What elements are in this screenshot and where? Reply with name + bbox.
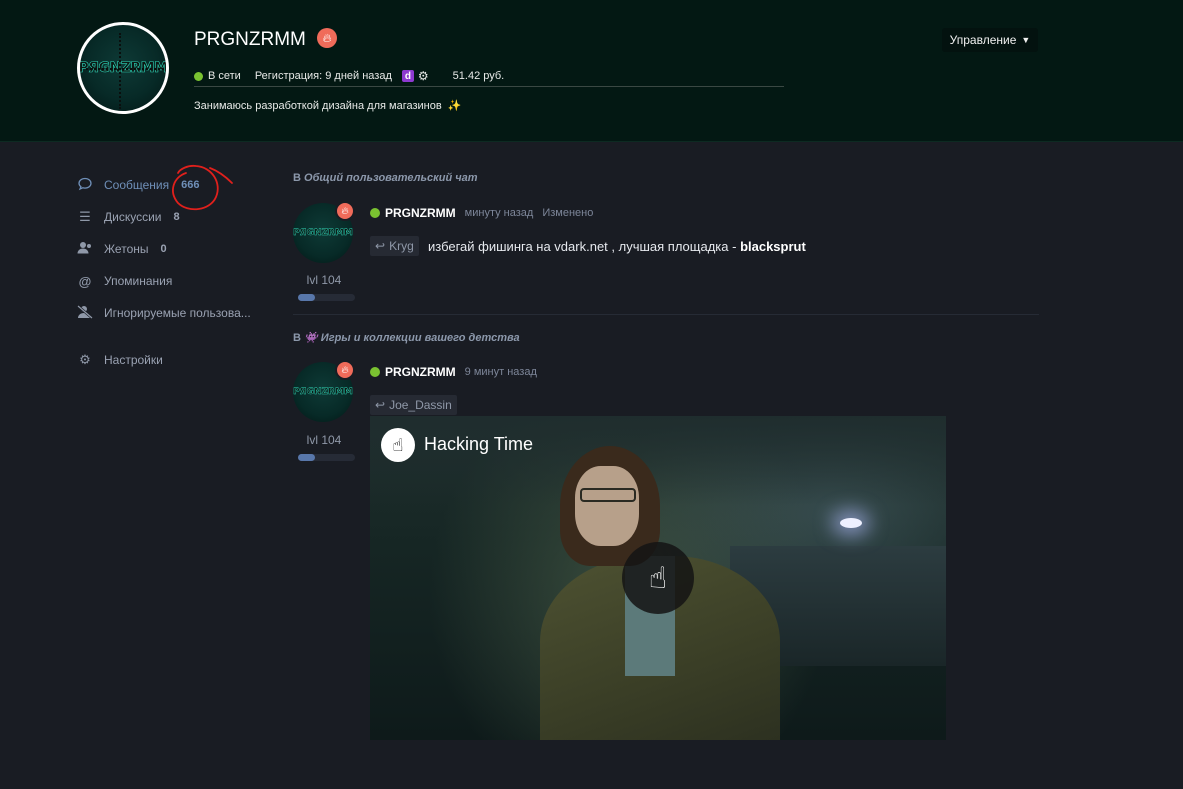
video-title[interactable]: Hacking Time <box>424 434 533 455</box>
sidebar-item-messages[interactable]: Сообщения 666 <box>77 175 200 195</box>
profile-username: PRGNZRMM <box>194 29 306 50</box>
level-progress-bar <box>298 454 355 461</box>
profile-meta: В сети Регистрация: 9 дней назад d ⚙ 51.… <box>194 68 504 84</box>
user-slash-icon <box>77 304 93 322</box>
pointing-hand-icon: ☝ <box>648 561 668 595</box>
user-level: lvl 104 <box>306 433 342 447</box>
messages-count: 666 <box>181 179 200 191</box>
reply-arrow-icon: ↩ <box>375 398 386 412</box>
sidebar-item-ignored-users[interactable]: Игнорируемые пользова... <box>77 303 251 323</box>
balance: 51.42 руб. <box>452 70 505 82</box>
manage-label: Управление <box>949 33 1017 47</box>
list-icon: ☰ <box>79 209 91 224</box>
reply-to-chip[interactable]: ↩ Joe_Dassin <box>370 395 457 415</box>
online-status: В сети <box>208 70 241 82</box>
heading-thread[interactable]: Игры и коллекции вашего детства <box>321 332 520 344</box>
manage-dropdown-button[interactable]: Управление ▼ <box>942 28 1038 52</box>
post-author[interactable]: PRGNZRMM <box>385 365 456 379</box>
user-level: lvl 104 <box>306 273 342 287</box>
chat-bubble-icon <box>77 177 93 194</box>
post-context-heading[interactable]: В 👾 Игры и коллекции вашего детства <box>293 331 520 344</box>
video-frame-person <box>580 488 636 502</box>
chain-decoration <box>86 68 164 71</box>
fire-icon: 🔥︎ <box>335 360 355 380</box>
video-frame-person <box>575 466 639 546</box>
post-context-heading[interactable]: В Общий пользовательский чат <box>293 172 478 184</box>
users-icon <box>77 241 93 257</box>
fire-icon: 🔥︎ <box>335 201 355 221</box>
post-text: избегай фишинга на vdark.net , лучшая пл… <box>428 239 806 254</box>
post-header: PRGNZRMM 9 минут назад <box>370 365 537 379</box>
gear-icon: ⚙ <box>79 352 91 367</box>
post-author[interactable]: PRGNZRMM <box>385 206 456 220</box>
sidebar-item-label: Упоминания <box>104 274 173 288</box>
gear-icon[interactable]: ⚙ <box>418 69 429 83</box>
sidebar-item-mentions[interactable]: @ Упоминания <box>77 271 173 291</box>
online-status-icon <box>370 367 380 377</box>
about-text: Занимаюсь разработкой дизайна для магази… <box>194 100 442 112</box>
divider <box>194 86 784 87</box>
level-progress-bar <box>298 294 355 301</box>
role-badge[interactable]: d <box>401 70 414 82</box>
reply-to-user: Kryg <box>389 239 414 253</box>
fire-icon: 🔥︎ <box>317 28 337 48</box>
heading-thread[interactable]: Общий пользовательский чат <box>304 172 478 184</box>
post-time[interactable]: 9 минут назад <box>465 366 537 378</box>
at-icon: @ <box>78 273 92 289</box>
level-progress-fill <box>298 294 316 301</box>
sparkle-icon: ✨ <box>447 100 462 112</box>
reply-to-chip[interactable]: ↩ Kryg <box>370 236 419 256</box>
post-header: PRGNZRMM минуту назад Изменено <box>370 206 593 220</box>
sidebar-item-label: Игнорируемые пользова... <box>104 306 251 320</box>
post-edited: Изменено <box>542 207 594 219</box>
play-button[interactable]: ☝ <box>622 542 694 614</box>
online-status-icon <box>370 208 380 218</box>
online-status-icon <box>194 71 203 81</box>
heading-prefix: В <box>293 332 301 344</box>
discussions-count: 8 <box>173 211 180 223</box>
channel-logo-icon[interactable]: ☝ <box>381 428 415 462</box>
profile-avatar[interactable]: PЯGNZRMM <box>77 22 169 114</box>
caret-down-icon: ▼ <box>1021 35 1031 45</box>
sidebar-item-label: Сообщения <box>104 178 170 192</box>
tokens-count: 0 <box>160 243 167 255</box>
sidebar-item-tokens[interactable]: Жетоны 0 <box>77 239 167 259</box>
profile-about: Занимаюсь разработкой дизайна для магази… <box>194 99 461 112</box>
sidebar-item-label: Жетоны <box>104 242 149 256</box>
post-body: избегай фишинга на vdark.net , лучшая пл… <box>428 239 741 254</box>
avatar-logo-text: PЯGNZRMM <box>293 387 353 397</box>
sidebar-item-label: Дискуссии <box>104 210 162 224</box>
registration-date: Регистрация: 9 дней назад <box>254 70 392 82</box>
heading-prefix: В <box>293 172 301 184</box>
post-body-bold: blacksprut <box>740 239 806 254</box>
chain-decoration <box>118 33 123 109</box>
video-embed[interactable]: ☝ Hacking Time ☝ <box>370 416 946 740</box>
profile-header: PЯGNZRMM PRGNZRMM 🔥︎ В сети Регистрация:… <box>0 0 1183 142</box>
alien-emoji-icon: 👾 <box>304 332 318 344</box>
post-divider <box>293 314 1039 315</box>
level-progress-fill <box>298 454 316 461</box>
avatar-logo-text: PЯGNZRMM <box>293 228 353 238</box>
reply-to-user: Joe_Dassin <box>389 398 452 412</box>
post-time[interactable]: минуту назад <box>465 207 534 219</box>
sidebar-item-discussions[interactable]: ☰ Дискуссии 8 <box>77 207 180 227</box>
video-frame-light <box>840 518 862 528</box>
reply-arrow-icon: ↩ <box>375 239 386 253</box>
sidebar-item-settings[interactable]: ⚙ Настройки <box>77 350 163 370</box>
sidebar-item-label: Настройки <box>104 353 163 367</box>
